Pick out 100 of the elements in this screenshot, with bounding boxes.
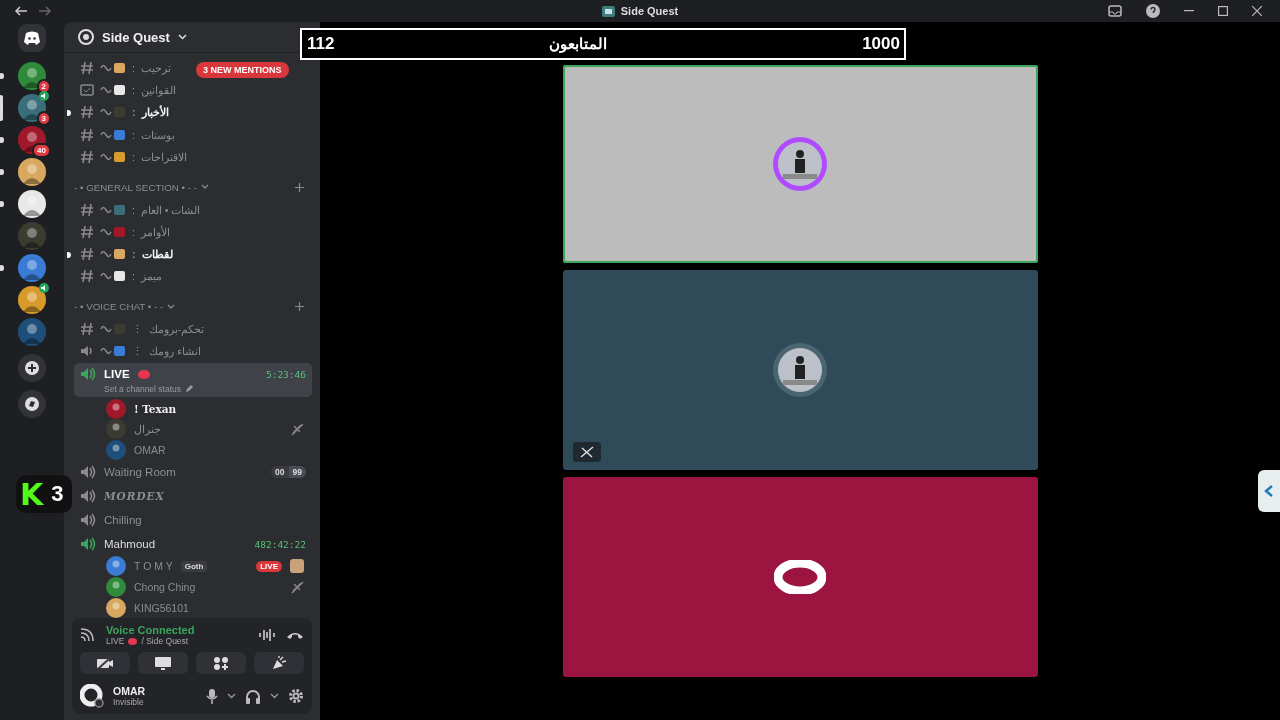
avatar-icon (106, 556, 126, 577)
speaker-icon (80, 345, 94, 358)
user-name: Chong Ching (134, 581, 196, 594)
connected-channel[interactable]: LIVE (106, 636, 125, 646)
viewer-count: 3 (51, 481, 64, 507)
server-icon[interactable] (18, 254, 46, 282)
emoji-icon (100, 225, 126, 238)
party-horn-icon (271, 656, 287, 670)
channel-item[interactable]: : بوستات (74, 123, 175, 146)
hash-icon (80, 224, 94, 239)
screen-share-button[interactable] (138, 652, 188, 674)
hash-icon (80, 247, 94, 261)
forward-arrow-icon[interactable] (38, 6, 52, 16)
channel-item[interactable]: : الأخبار (74, 101, 169, 124)
voice-user[interactable]: OMAR (74, 439, 312, 461)
maximize-icon[interactable] (1218, 6, 1228, 16)
user-status: Invisible (113, 697, 145, 707)
voice-channel-item[interactable]: Chilling (74, 509, 312, 532)
counter-value: 112 (307, 34, 335, 54)
video-tile[interactable] (562, 477, 1038, 677)
channel-item[interactable]: ⋮ انشاء رومك (74, 340, 201, 363)
voice-user[interactable]: ! Texan (74, 398, 312, 419)
add-channel-icon[interactable] (295, 182, 304, 192)
hash-icon (80, 127, 94, 142)
voice-channel-item[interactable]: Waiting Room 00 99 (74, 461, 312, 484)
avatar-icon[interactable] (80, 684, 104, 708)
voice-channel-item[interactable]: MORDEX (74, 485, 312, 508)
inbox-icon[interactable] (1108, 5, 1122, 17)
live-badge: LIVE (256, 560, 282, 572)
channel-item[interactable]: : لقطات (74, 242, 173, 266)
camera-off-button[interactable] (80, 652, 130, 674)
server-icon[interactable] (18, 158, 46, 186)
soundboard-button[interactable] (254, 652, 304, 674)
avatar-icon (106, 419, 126, 440)
voice-user[interactable]: KING56101 (74, 597, 312, 618)
counter-goal: 1000 (862, 34, 900, 54)
back-arrow-icon[interactable] (14, 6, 28, 16)
new-mentions-pill[interactable]: 3 NEW MENTIONS (196, 62, 289, 78)
voice-user[interactable]: جنرال (74, 418, 312, 440)
channel-item[interactable]: : القوانين (74, 79, 176, 102)
voice-channel-item[interactable]: Mahmoud 482:42:22 (74, 533, 312, 556)
voice-user[interactable]: Chong Ching (74, 576, 312, 598)
connection-icon[interactable] (80, 628, 96, 642)
hash-icon (80, 202, 94, 217)
shapes-icon (213, 656, 229, 670)
explore-button[interactable] (18, 390, 46, 418)
compass-icon (25, 397, 39, 411)
voice-user[interactable]: T O M Y Goth LIVE (74, 556, 312, 577)
add-server-button[interactable] (18, 354, 46, 382)
server-icon[interactable]: 40 (18, 126, 46, 154)
channel-item[interactable]: : الاقتراحات (74, 145, 187, 168)
voice-channel-item[interactable]: LIVE 5:23:46 Set a channel status (74, 363, 312, 398)
hang-up-icon[interactable] (286, 630, 304, 640)
server-icon[interactable] (18, 286, 46, 314)
camera-off-icon (96, 656, 114, 670)
ring-icon (774, 560, 826, 594)
help-icon[interactable] (1146, 4, 1160, 18)
channel-name: LIVE (104, 368, 130, 381)
channel-item[interactable]: ⋮ تحكم-برومك (74, 317, 205, 341)
add-channel-icon[interactable] (295, 302, 304, 312)
user-name: OMAR (134, 443, 166, 456)
server-icon[interactable]: 2 (18, 62, 46, 90)
emoji-icon (100, 270, 126, 283)
collapse-tab[interactable] (1258, 470, 1280, 512)
channel-status[interactable]: Set a channel status (104, 384, 182, 395)
channel-item[interactable]: : ترحيب (74, 57, 171, 80)
close-icon[interactable] (1252, 6, 1262, 16)
server-emblem-icon (78, 29, 94, 45)
microphone-icon[interactable] (206, 688, 218, 704)
emoji-icon (100, 84, 126, 97)
server-icon[interactable] (18, 190, 46, 218)
video-tile[interactable] (562, 65, 1038, 263)
category-header[interactable]: - • GENERAL SECTION • - - (74, 181, 197, 193)
user-name: KING56101 (134, 601, 189, 614)
video-tile[interactable] (562, 270, 1038, 470)
channel-item[interactable]: : الأوامر (74, 220, 170, 243)
activities-button[interactable] (196, 652, 246, 674)
logo-icon (23, 31, 41, 45)
channel-item[interactable]: : الشات • العام (74, 198, 201, 221)
server-name[interactable]: Side Quest (102, 29, 170, 45)
settings-icon[interactable] (288, 688, 304, 704)
hash-icon (80, 105, 94, 120)
chevron-down-icon[interactable] (227, 693, 236, 699)
channel-item[interactable]: : ميمز (74, 265, 162, 288)
user-name: ! Texan (134, 402, 177, 415)
rules-icon (80, 84, 94, 97)
server-icon[interactable]: 3 (18, 94, 46, 122)
user-name: جنرال (134, 423, 161, 436)
emoji-icon (100, 248, 126, 260)
soundwave-icon[interactable] (258, 628, 276, 642)
headphones-icon[interactable] (245, 688, 261, 704)
plus-icon (25, 361, 39, 375)
pencil-icon[interactable] (185, 385, 194, 394)
chevron-down-icon[interactable] (270, 693, 279, 699)
minimize-icon[interactable] (1184, 10, 1194, 12)
home-button[interactable] (18, 24, 46, 52)
call-timer: 482:42:22 (254, 538, 306, 550)
monitor-icon (154, 656, 172, 670)
connected-server[interactable]: / Side Quest (141, 636, 189, 646)
category-header[interactable]: - • VOICE CHAT • - - (74, 301, 164, 313)
